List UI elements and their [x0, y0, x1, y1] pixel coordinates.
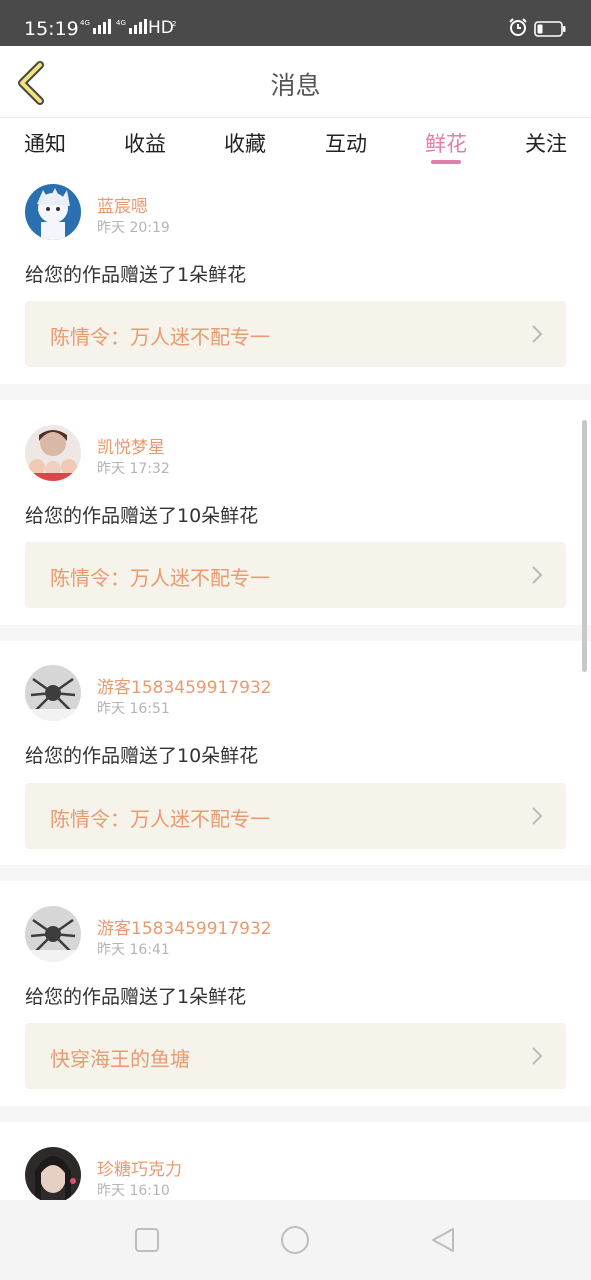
hd-sub-label: 2	[172, 20, 177, 28]
signal-icon-2: 4G	[116, 19, 147, 34]
signal-icon: 4G	[80, 19, 111, 34]
work-title: 陈情令：万人迷不配专一	[50, 807, 270, 831]
avatar[interactable]	[25, 1147, 81, 1200]
avatar[interactable]	[25, 906, 81, 962]
tab-bar: 通知 收益 收藏 互动 鲜花 关注	[0, 118, 591, 170]
message-card: 蓝宸嗯 昨天 20:19 给您的作品赠送了1朵鲜花 陈情令：万人迷不配专一	[0, 170, 591, 384]
message-card: 珍糖巧克力 昨天 16:10	[0, 1122, 591, 1200]
work-title: 陈情令：万人迷不配专一	[50, 566, 270, 590]
tab-earnings[interactable]: 收益	[115, 128, 175, 158]
work-title: 快穿海王的鱼塘	[50, 1047, 190, 1071]
work-link[interactable]: 快穿海王的鱼塘	[25, 1023, 566, 1089]
divider	[0, 1106, 591, 1122]
message-time: 昨天 16:10	[97, 1183, 170, 1199]
message-time: 昨天 16:51	[97, 701, 170, 717]
user-avatar-image	[25, 425, 81, 481]
chevron-right-icon	[532, 1047, 543, 1065]
divider	[0, 865, 591, 881]
chevron-right-icon	[532, 807, 543, 825]
tab-favorites[interactable]: 收藏	[215, 128, 275, 158]
user-avatar-image	[25, 665, 81, 721]
divider	[0, 384, 591, 400]
user-name[interactable]: 游客1583459917932	[97, 673, 272, 698]
home-icon[interactable]	[280, 1225, 310, 1255]
message-text: 给您的作品赠送了1朵鲜花	[25, 264, 247, 286]
user-avatar-image	[25, 906, 81, 962]
header: 消息	[0, 46, 591, 118]
recent-apps-icon[interactable]	[134, 1227, 160, 1253]
message-text: 给您的作品赠送了10朵鲜花	[25, 505, 259, 527]
message-text: 给您的作品赠送了1朵鲜花	[25, 986, 247, 1008]
network-type-label: 4G	[80, 19, 90, 27]
user-name[interactable]: 游客1583459917932	[97, 914, 272, 939]
message-time: 昨天 20:19	[97, 220, 170, 236]
chevron-right-icon	[532, 325, 543, 343]
chevron-right-icon	[532, 566, 543, 584]
hd-label: HD	[148, 18, 174, 38]
message-time: 昨天 16:41	[97, 942, 170, 958]
divider	[0, 625, 591, 641]
page-title: 消息	[270, 71, 321, 100]
avatar[interactable]	[25, 425, 81, 481]
user-name[interactable]: 蓝宸嗯	[97, 192, 148, 217]
alarm-icon	[509, 18, 527, 36]
tab-flowers[interactable]: 鲜花	[416, 128, 476, 158]
work-link[interactable]: 陈情令：万人迷不配专一	[25, 542, 566, 608]
work-link[interactable]: 陈情令：万人迷不配专一	[25, 301, 566, 367]
tab-following[interactable]: 关注	[516, 128, 576, 158]
message-card: 游客1583459917932 昨天 16:41 给您的作品赠送了1朵鲜花 快穿…	[0, 881, 591, 1106]
tab-notifications[interactable]: 通知	[15, 128, 75, 158]
status-time: 15:19	[24, 18, 79, 40]
avatar[interactable]	[25, 184, 81, 240]
work-title: 陈情令：万人迷不配专一	[50, 325, 270, 349]
user-name[interactable]: 珍糖巧克力	[97, 1155, 182, 1180]
avatar[interactable]	[25, 665, 81, 721]
message-text: 给您的作品赠送了10朵鲜花	[25, 745, 259, 767]
system-nav-bar	[0, 1200, 591, 1280]
message-time: 昨天 17:32	[97, 461, 170, 477]
battery-icon	[534, 21, 566, 37]
back-icon[interactable]	[430, 1226, 456, 1254]
status-bar: 15:19 4G 4G HD 2	[0, 0, 591, 46]
active-tab-indicator	[431, 160, 461, 164]
work-link[interactable]: 陈情令：万人迷不配专一	[25, 783, 566, 849]
network-type-label-2: 4G	[116, 19, 126, 27]
tab-interactions[interactable]: 互动	[316, 128, 376, 158]
user-name[interactable]: 凯悦梦星	[97, 433, 165, 458]
message-card: 凯悦梦星 昨天 17:32 给您的作品赠送了10朵鲜花 陈情令：万人迷不配专一	[0, 400, 591, 625]
user-avatar-image	[25, 184, 81, 240]
scrollbar[interactable]	[582, 420, 587, 672]
message-card: 游客1583459917932 昨天 16:51 给您的作品赠送了10朵鲜花 陈…	[0, 641, 591, 865]
user-avatar-image	[25, 1147, 81, 1200]
